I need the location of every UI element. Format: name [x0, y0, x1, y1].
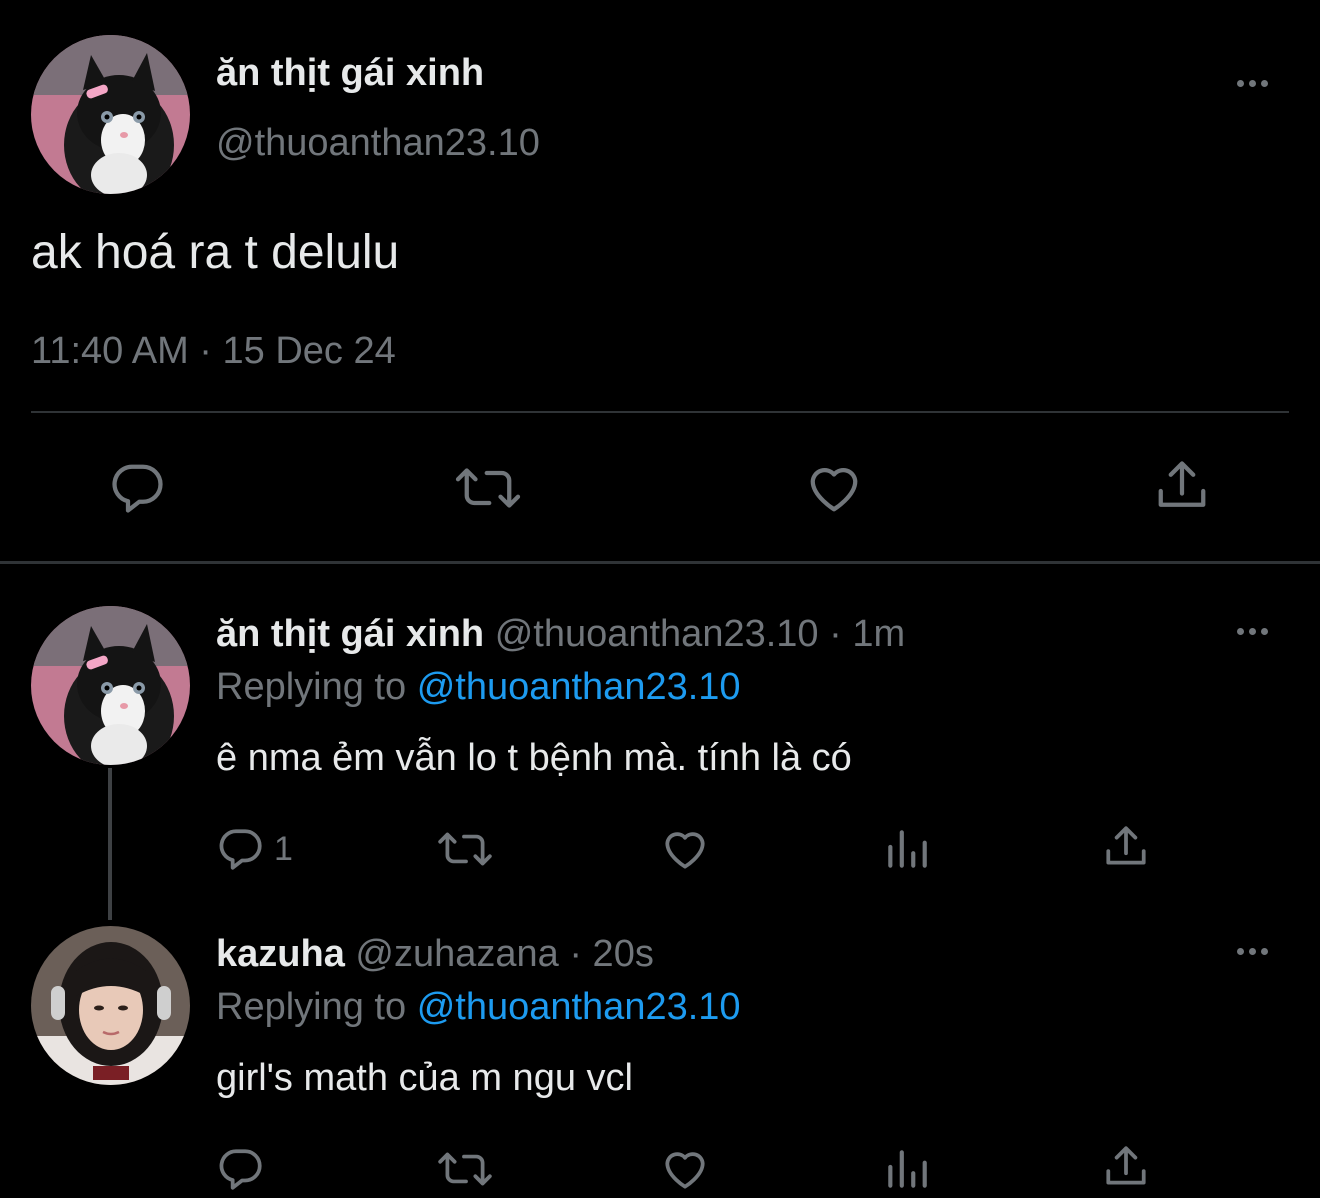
replying-to-link[interactable]: @thuoanthan23.10	[417, 986, 741, 1028]
share-icon	[1106, 1146, 1146, 1185]
share-icon	[1106, 826, 1146, 865]
avatar[interactable]	[31, 606, 190, 765]
more-options-button[interactable]	[1237, 628, 1275, 640]
display-name[interactable]: ăn thịt gái xinh	[216, 50, 484, 96]
replying-to-link[interactable]: @thuoanthan23.10	[417, 666, 741, 708]
replying-prefix: Replying to	[216, 986, 407, 1028]
reply-icon	[219, 829, 262, 870]
reply-count: 1	[274, 829, 293, 868]
like-button[interactable]	[804, 458, 864, 518]
replying-to: Replying to @thuoanthan23.10	[216, 984, 741, 1030]
share-button[interactable]	[1101, 822, 1151, 872]
analytics-icon	[888, 830, 927, 868]
share-icon	[1158, 461, 1206, 507]
tweet-text: ak hoá ra t delulu	[31, 226, 400, 279]
avatar[interactable]	[31, 926, 190, 1085]
analytics-button[interactable]	[882, 1144, 932, 1194]
display-name[interactable]: ăn thịt gái xinh	[216, 613, 484, 655]
thread-line	[108, 768, 112, 920]
reply-button[interactable]	[216, 1144, 266, 1194]
avatar[interactable]	[31, 35, 190, 194]
retweet-icon	[438, 1152, 492, 1186]
more-icon	[1237, 80, 1275, 87]
like-button[interactable]	[660, 1144, 710, 1194]
reply-button[interactable]: 1	[216, 824, 293, 874]
reply-button[interactable]	[108, 458, 168, 518]
analytics-icon	[888, 1150, 927, 1188]
share-button[interactable]	[1152, 456, 1212, 516]
replying-to: Replying to @thuoanthan23.10	[216, 664, 741, 710]
more-options-button[interactable]	[1237, 948, 1275, 960]
like-icon	[665, 1152, 705, 1189]
retweet-button[interactable]	[453, 458, 523, 518]
display-name[interactable]: kazuha	[216, 933, 345, 975]
reply-text: ê nma ẻm vẫn lo t bệnh mà. tính là có	[216, 737, 852, 779]
reply-header: ăn thịt gái xinh @thuoanthan23.10 · 1m	[216, 611, 905, 657]
handle[interactable]: @thuoanthan23.10	[495, 613, 819, 655]
like-button[interactable]	[660, 824, 710, 874]
more-icon	[1237, 948, 1275, 955]
divider	[31, 411, 1289, 413]
reply-time[interactable]: · 20s	[569, 933, 653, 975]
replying-prefix: Replying to	[216, 666, 407, 708]
analytics-button[interactable]	[882, 824, 932, 874]
handle[interactable]: @zuhazana	[355, 933, 558, 975]
reply-icon	[112, 464, 163, 513]
like-icon	[665, 832, 705, 869]
retweet-button[interactable]	[436, 1144, 494, 1194]
reply-icon	[219, 1149, 262, 1190]
retweet-button[interactable]	[436, 824, 494, 874]
more-options-button[interactable]	[1237, 80, 1275, 92]
retweet-icon	[438, 832, 492, 866]
reply-time[interactable]: · 1m	[829, 613, 905, 655]
share-button[interactable]	[1101, 1142, 1151, 1192]
like-icon	[810, 468, 858, 512]
reply-text: girl's math của m ngu vcl	[216, 1057, 633, 1099]
handle[interactable]: @thuoanthan23.10	[216, 120, 540, 166]
section-divider	[0, 561, 1320, 564]
more-icon	[1237, 628, 1275, 635]
reply-header: kazuha @zuhazana · 20s	[216, 931, 654, 977]
retweet-icon	[455, 468, 521, 508]
tweet-timestamp[interactable]: 11:40 AM · 15 Dec 24	[31, 328, 396, 374]
